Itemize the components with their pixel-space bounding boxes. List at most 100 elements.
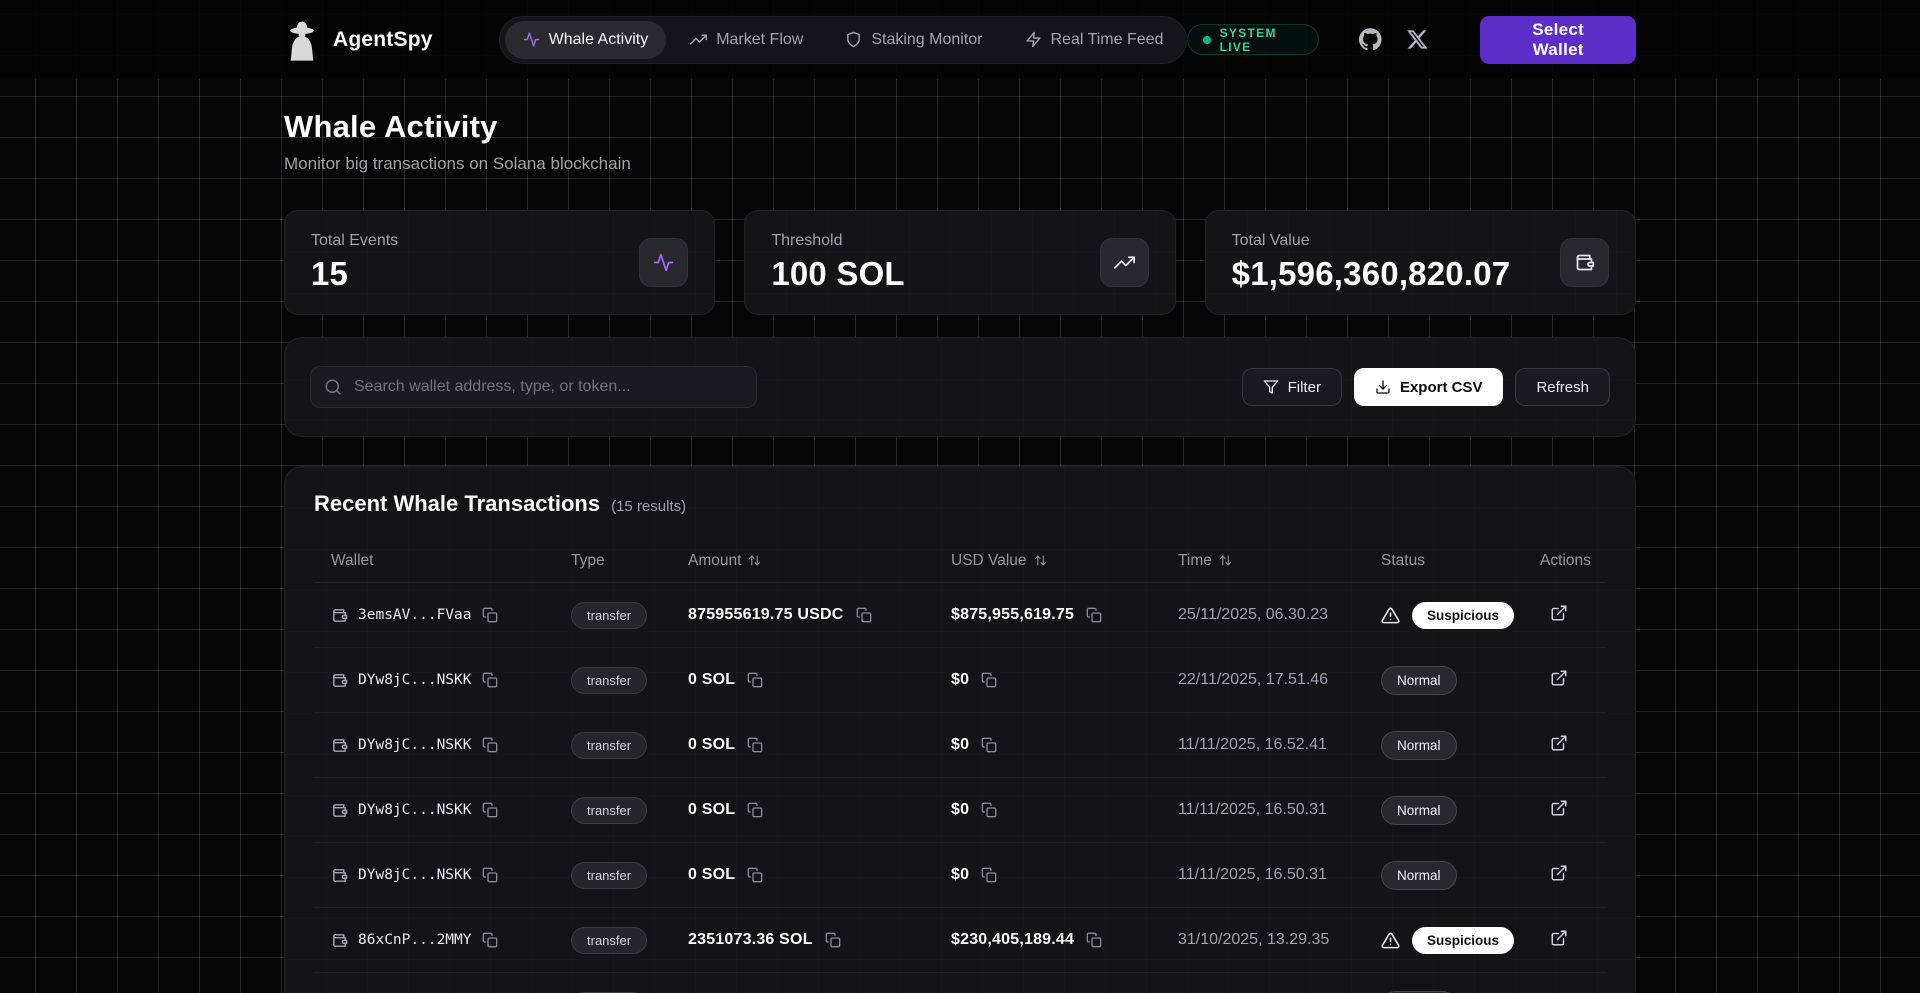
external-link-button[interactable] — [1550, 799, 1568, 817]
stat-icon-button[interactable] — [1560, 238, 1609, 287]
stat-card-total-value: Total Value $1,596,360,820.07 — [1205, 210, 1636, 315]
copy-wallet-button[interactable] — [482, 932, 498, 948]
nav-item-market-flow[interactable]: Market Flow — [672, 21, 821, 59]
copy-usd-button[interactable] — [1086, 932, 1102, 948]
copy-amount-button[interactable] — [856, 607, 872, 623]
download-icon — [1375, 379, 1391, 395]
github-icon[interactable] — [1359, 27, 1382, 52]
filter-icon — [1263, 379, 1279, 395]
external-link-button[interactable] — [1550, 929, 1568, 947]
type-cell: transfer — [571, 862, 688, 889]
type-badge: transfer — [571, 667, 647, 694]
external-link-button[interactable] — [1550, 734, 1568, 752]
external-link-icon — [1550, 864, 1568, 882]
wallet-cell: 3emsAV...FVaa — [331, 607, 571, 624]
top-navbar: AgentSpy Whale Activity Market Flow Stak… — [0, 0, 1920, 79]
copy-amount-button[interactable] — [825, 932, 841, 948]
copy-amount-button[interactable] — [747, 867, 763, 883]
x-twitter-icon[interactable] — [1406, 27, 1429, 52]
table-row: 3emsAV...FVaa transfer 875955619.75 USDC… — [314, 583, 1606, 648]
main-content: Whale Activity Monitor big transactions … — [284, 109, 1636, 993]
trending-up-icon — [690, 31, 707, 48]
table-body: 3emsAV...FVaa transfer 875955619.75 USDC… — [314, 583, 1606, 993]
refresh-button[interactable]: Refresh — [1515, 368, 1610, 406]
search-input[interactable] — [310, 366, 757, 408]
table-row: DYw8jC...NSKK transfer 0 SOL $0 22/11/20… — [314, 648, 1606, 713]
stat-icon-button[interactable] — [1100, 238, 1149, 287]
copy-amount-button[interactable] — [747, 802, 763, 818]
external-link-icon — [1550, 604, 1568, 622]
status-badge: Suspicious — [1412, 927, 1514, 954]
wallet-address: DYw8jC...NSKK — [358, 867, 472, 883]
wallet-address: 3emsAV...FVaa — [358, 607, 472, 623]
copy-amount-button[interactable] — [747, 672, 763, 688]
column-header-amount[interactable]: Amount — [688, 552, 951, 570]
amount-cell: 0 SOL — [688, 801, 951, 819]
copy-usd-button[interactable] — [1086, 607, 1102, 623]
warning-icon — [1381, 606, 1400, 625]
copy-usd-button[interactable] — [981, 802, 997, 818]
stat-icon-button[interactable] — [639, 238, 688, 287]
export-csv-button[interactable]: Export CSV — [1354, 368, 1504, 406]
stat-value: 100 SOL — [771, 255, 904, 293]
copy-icon — [981, 867, 997, 883]
select-wallet-button[interactable]: Select Wallet — [1480, 16, 1636, 64]
copy-icon — [482, 607, 498, 623]
column-header-time[interactable]: Time — [1178, 552, 1381, 570]
wallet-address: DYw8jC...NSKK — [358, 802, 472, 818]
activity-icon — [523, 31, 540, 48]
type-badge: transfer — [571, 797, 647, 824]
external-link-button[interactable] — [1550, 604, 1568, 622]
stat-card-total-events: Total Events 15 — [284, 210, 715, 315]
copy-icon — [981, 672, 997, 688]
brand-name: AgentSpy — [333, 28, 433, 52]
stat-card-threshold: Threshold 100 SOL — [744, 210, 1175, 315]
copy-wallet-button[interactable] — [482, 672, 498, 688]
amount-cell: 0 SOL — [688, 671, 951, 689]
wallet-cell: DYw8jC...NSKK — [331, 802, 571, 819]
copy-icon — [1086, 932, 1102, 948]
sort-icon[interactable] — [748, 554, 761, 567]
amount-cell: 875955619.75 USDC — [688, 606, 951, 624]
copy-wallet-button[interactable] — [482, 607, 498, 623]
table-row: 86xCnP...2MMY transfer 2351073.36 SOL $2… — [314, 908, 1606, 973]
time-value: 22/11/2025, 17.51.46 — [1178, 671, 1328, 688]
copy-wallet-button[interactable] — [482, 867, 498, 883]
sort-icon[interactable] — [1219, 554, 1232, 567]
table-row: DYw8jC...NSKK transfer 0 SOL $0 11/11/20… — [314, 778, 1606, 843]
nav-item-staking-monitor[interactable]: Staking Monitor — [827, 21, 1000, 59]
refresh-label: Refresh — [1536, 379, 1589, 396]
nav-item-whale-activity[interactable]: Whale Activity — [505, 21, 667, 59]
time-cell: 25/11/2025, 06.30.23 — [1178, 606, 1381, 624]
sort-icon[interactable] — [1034, 554, 1047, 567]
copy-wallet-button[interactable] — [482, 737, 498, 753]
wallet-cell: DYw8jC...NSKK — [331, 737, 571, 754]
amount-value: 2351073.36 SOL — [688, 931, 813, 949]
usd-value-cell: $230,405,189.44 — [951, 931, 1178, 949]
column-header-usd-value[interactable]: USD Value — [951, 552, 1178, 570]
status-badge: Normal — [1381, 861, 1457, 890]
copy-amount-button[interactable] — [747, 737, 763, 753]
filter-button[interactable]: Filter — [1242, 368, 1342, 406]
wallet-address: 86xCnP...2MMY — [358, 932, 472, 948]
type-badge: transfer — [571, 862, 647, 889]
status-cell: Normal — [1381, 731, 1540, 760]
copy-wallet-button[interactable] — [482, 802, 498, 818]
copy-icon — [981, 737, 997, 753]
type-cell: transfer — [571, 732, 688, 759]
search-box — [310, 366, 757, 408]
copy-usd-button[interactable] — [981, 867, 997, 883]
external-link-button[interactable] — [1550, 864, 1568, 882]
copy-usd-button[interactable] — [981, 672, 997, 688]
wallet-icon — [331, 802, 348, 819]
amount-cell: 0 SOL — [688, 736, 951, 754]
filter-label: Filter — [1288, 379, 1321, 396]
wallet-icon — [331, 932, 348, 949]
copy-icon — [482, 867, 498, 883]
app-shell: AgentSpy Whale Activity Market Flow Stak… — [0, 0, 1920, 993]
copy-usd-button[interactable] — [981, 737, 997, 753]
nav-item-real-time-feed[interactable]: Real Time Feed — [1007, 21, 1182, 59]
time-cell: 11/11/2025, 16.50.31 — [1178, 801, 1381, 819]
external-link-button[interactable] — [1550, 669, 1568, 687]
nav-item-label: Staking Monitor — [871, 31, 982, 49]
